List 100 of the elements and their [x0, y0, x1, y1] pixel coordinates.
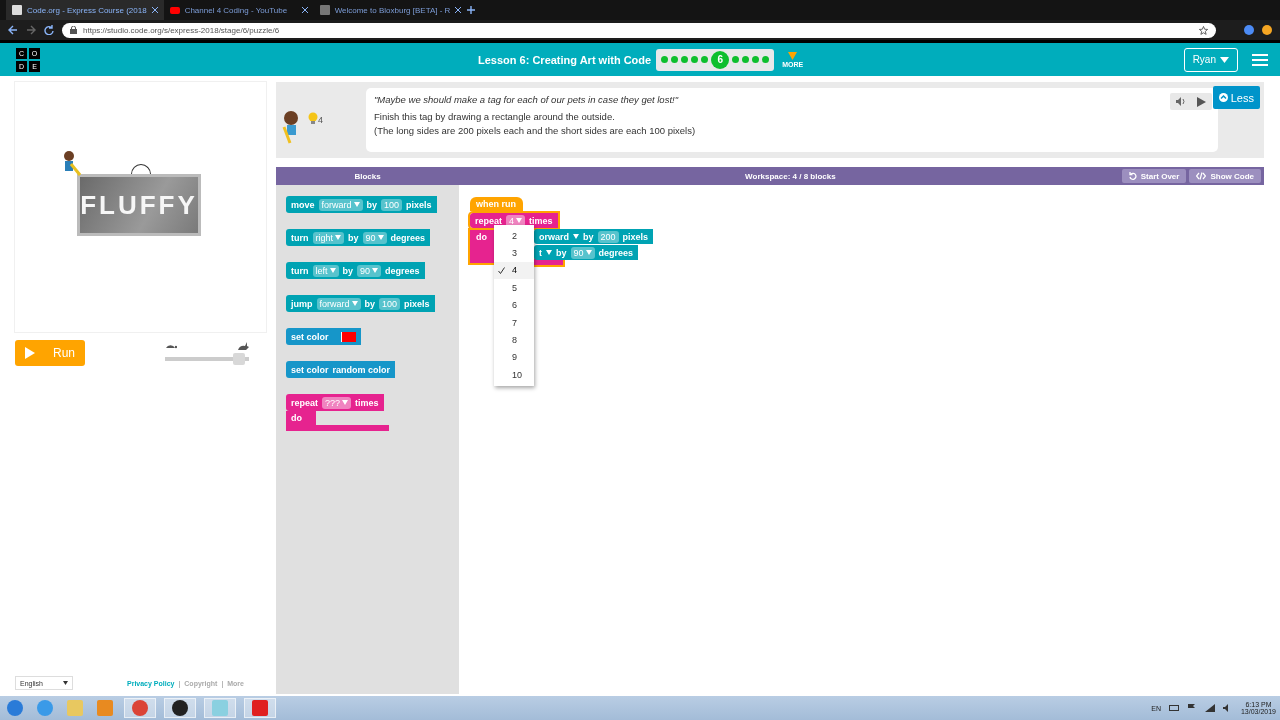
checkmark-icon: [498, 266, 505, 274]
forward-icon[interactable]: [26, 25, 36, 35]
number-field[interactable]: 100: [379, 297, 401, 310]
code-block[interactable]: turn left by 90 degrees: [286, 262, 425, 279]
browser-tab[interactable]: Channel 4 Coding - YouTube: [163, 0, 314, 20]
menu-option[interactable]: 2: [494, 227, 534, 245]
star-icon[interactable]: [1199, 25, 1208, 35]
speaker-icon[interactable]: [1175, 97, 1186, 106]
block-label: orward: [539, 231, 569, 242]
code-block[interactable]: repeat ??? times: [286, 394, 384, 411]
reload-icon[interactable]: [44, 25, 54, 35]
number-field[interactable]: 200: [597, 230, 619, 243]
back-icon[interactable]: [8, 25, 18, 35]
menu-icon[interactable]: [1252, 52, 1268, 67]
level-dot[interactable]: [671, 56, 679, 63]
menu-option[interactable]: 3: [494, 244, 534, 262]
menu-option[interactable]: 10: [494, 366, 534, 384]
block-label: by: [556, 247, 567, 258]
dropdown-arrow-icon: [342, 400, 349, 405]
workspace-title: Workspace: 4 / 8 blocks: [744, 171, 837, 181]
level-dot[interactable]: [742, 56, 750, 63]
current-level[interactable]: 6: [711, 50, 730, 69]
dropdown-arrow-icon: [353, 202, 360, 207]
alert-icon[interactable]: [1262, 25, 1272, 35]
level-dot[interactable]: [732, 56, 740, 63]
dropdown-arrow-icon: [585, 250, 592, 255]
browser-tab[interactable]: Welcome to Bloxburg [BETA] - R: [313, 0, 468, 20]
caret-icon: [1220, 56, 1229, 63]
play-icon[interactable]: [1197, 96, 1207, 107]
dropdown-field[interactable]: left: [312, 264, 339, 277]
block-label: degrees: [385, 265, 420, 276]
block-label: by: [348, 232, 359, 243]
when-run-block[interactable]: when run: [470, 197, 523, 211]
rabbit-icon: [237, 341, 249, 351]
audio-controls[interactable]: [1170, 93, 1212, 110]
level-dot[interactable]: [762, 56, 770, 63]
level-dot[interactable]: [752, 56, 760, 63]
code-icon: [1196, 172, 1207, 180]
toolbox-title: Blocks: [353, 171, 382, 181]
dropdown-arrow-icon: [372, 268, 379, 273]
block-label: move: [291, 199, 315, 210]
code-block[interactable]: move forward by 100 pixels: [286, 196, 437, 213]
dropdown-arrow-icon: [329, 268, 336, 273]
keyboard-icon[interactable]: [1168, 704, 1179, 712]
run-button[interactable]: Run: [15, 340, 85, 366]
code-block[interactable]: t by 90 degrees: [534, 245, 639, 260]
block-label: repeat: [291, 397, 318, 408]
color-swatch[interactable]: [340, 331, 356, 342]
address-bar[interactable]: https://studio.code.org/s/express-2018/stage/6/puzzle/6: [62, 22, 1216, 38]
code-block[interactable]: turn right by 90 degrees: [286, 229, 431, 246]
signal-icon[interactable]: [1204, 704, 1215, 712]
dropdown-field[interactable]: ???: [322, 396, 352, 409]
menu-option[interactable]: 8: [494, 331, 534, 349]
code-block[interactable]: set color: [286, 328, 361, 345]
close-icon[interactable]: [151, 7, 158, 13]
menu-option[interactable]: 5: [494, 279, 534, 297]
slider-thumb[interactable]: [232, 352, 245, 365]
caret-icon: [63, 681, 68, 685]
dropdown-field[interactable]: forward: [316, 297, 361, 310]
number-field[interactable]: 100: [381, 198, 403, 211]
level-dot[interactable]: [691, 56, 699, 63]
less-button[interactable]: Less: [1212, 86, 1260, 109]
reset-icon: [1128, 172, 1137, 180]
favicon-icon: [169, 6, 180, 14]
block-label: t: [539, 247, 542, 258]
block-label: turn: [291, 265, 309, 276]
hint-counter[interactable]: 4: [308, 112, 323, 125]
block-label: times: [355, 397, 379, 408]
block-label: by: [366, 199, 378, 210]
close-icon[interactable]: [455, 7, 462, 13]
start-over-button[interactable]: Start Over: [1121, 169, 1187, 183]
dropdown-field[interactable]: right: [312, 231, 344, 244]
instruction-text: Finish this tag by drawing a rectangle around the outside.: [374, 111, 616, 122]
extension-icon[interactable]: [1244, 25, 1254, 35]
dropdown-field[interactable]: 90: [362, 231, 387, 244]
new-tab-icon[interactable]: [467, 6, 476, 14]
dropdown-field[interactable]: 4: [506, 214, 526, 227]
block-label: pixels: [406, 199, 432, 210]
code-block[interactable]: jump forward by 100 pixels: [286, 295, 435, 312]
play-icon: [25, 347, 35, 359]
level-dot[interactable]: [681, 56, 689, 63]
dropdown-field[interactable]: 90: [570, 246, 595, 259]
dropdown-arrow-icon: [335, 235, 341, 240]
record-icon[interactable]: [164, 698, 196, 718]
level-dot[interactable]: [661, 56, 669, 63]
lock-icon: [70, 26, 77, 34]
block-label: set color: [291, 331, 329, 342]
dropdown-field[interactable]: 90: [357, 264, 382, 277]
artist-figure-drawing: [61, 150, 81, 176]
dropdown-field[interactable]: forward: [318, 198, 363, 211]
block-label: by: [342, 265, 354, 276]
browser-tab[interactable]: Code.org - Express Course (2018: [6, 0, 164, 20]
level-dot[interactable]: [701, 56, 709, 63]
show-code-button[interactable]: Show Code: [1189, 169, 1261, 183]
quote-text: "Maybe we should make a tag for each of our pets in case they get lost!": [374, 94, 680, 105]
code-block[interactable]: set color random color: [286, 361, 396, 378]
close-icon[interactable]: [301, 7, 308, 13]
dropdown-arrow-icon: [516, 218, 523, 223]
user-menu-button[interactable]: Ryan: [1183, 47, 1238, 72]
code-block[interactable]: orward by 200 pixels: [534, 229, 654, 244]
